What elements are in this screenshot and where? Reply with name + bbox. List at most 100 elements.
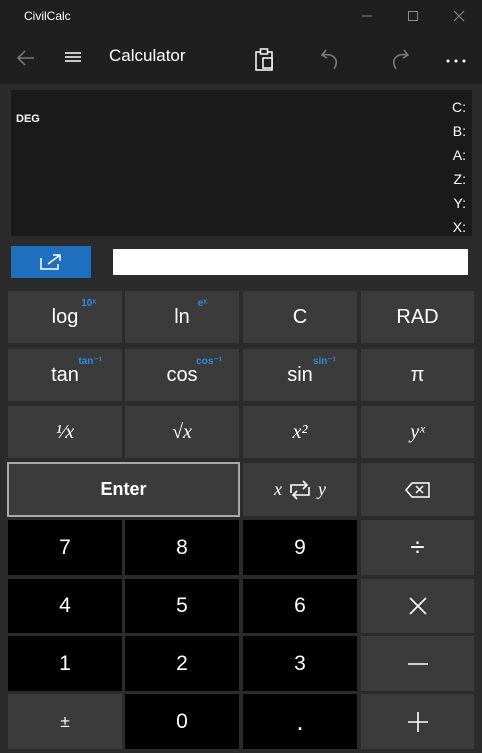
digit-3-label: 3 (294, 651, 306, 675)
digit-5-button[interactable]: 5 (125, 579, 239, 633)
backspace-button[interactable] (361, 463, 474, 516)
minus-icon (407, 662, 428, 665)
digit-4-label: 4 (59, 594, 71, 617)
swap-icon (290, 479, 310, 500)
backspace-icon (404, 481, 430, 498)
digit-4-button[interactable]: 4 (8, 579, 122, 633)
hamburger-menu-icon (65, 52, 81, 62)
undo-button[interactable] (307, 32, 355, 84)
swap-xy-button[interactable]: x y (243, 463, 357, 516)
clear-label: C (292, 305, 308, 328)
ln-button[interactable]: ln eˣ (125, 291, 239, 343)
enter-label: Enter (100, 479, 147, 499)
app-bar: Calculator (0, 32, 482, 84)
digit-0-label: 0 (176, 709, 188, 733)
square-button[interactable]: x² (243, 406, 357, 458)
register-x-label: X: (452, 219, 466, 235)
clear-button[interactable]: C (243, 291, 357, 343)
digit-3-button[interactable]: 3 (243, 636, 357, 691)
back-arrow-icon (16, 50, 34, 66)
paste-button[interactable] (240, 32, 288, 84)
maximize-icon (408, 11, 418, 21)
redo-button[interactable] (375, 32, 423, 84)
more-options-button[interactable] (432, 32, 480, 84)
register-stack: C: B: A: Z: Y: X: (452, 95, 466, 239)
tan-label: tan (51, 363, 79, 386)
rad-label: RAD (396, 305, 439, 328)
more-icon (446, 59, 466, 63)
back-button[interactable] (2, 32, 50, 84)
popout-button[interactable] (11, 246, 91, 278)
reciprocal-label: ¹⁄x (55, 420, 75, 443)
title-bar: CivilCalc (0, 0, 482, 32)
register-z-label: Z: (453, 171, 466, 187)
exp-label: eˣ (197, 298, 207, 309)
arccos-label: cos⁻¹ (196, 356, 222, 367)
digit-5-label: 5 (176, 594, 188, 617)
digit-9-label: 9 (294, 535, 306, 559)
register-c-label: C: (452, 99, 466, 115)
cos-button[interactable]: cos cos⁻¹ (125, 349, 239, 401)
log-label: log (51, 305, 79, 328)
cos-label: cos (166, 363, 198, 386)
multiply-icon (408, 597, 427, 615)
window-title: CivilCalc (24, 9, 71, 23)
maximize-button[interactable] (390, 0, 436, 32)
ln-label: ln (174, 305, 190, 328)
stack-display: DEG C: B: A: Z: Y: X: (11, 90, 472, 236)
swap-x-label: x (274, 479, 282, 499)
pi-label: π (410, 363, 425, 386)
minus-button[interactable] (361, 636, 474, 691)
digit-6-button[interactable]: 6 (243, 579, 357, 633)
enter-button[interactable]: Enter (7, 462, 240, 517)
digit-6-label: 6 (294, 594, 306, 617)
digit-0-button[interactable]: 0 (125, 694, 239, 749)
digit-1-label: 1 (59, 651, 71, 675)
menu-button[interactable] (50, 32, 98, 84)
minimize-icon (362, 15, 372, 17)
digit-8-label: 8 (176, 535, 188, 559)
angle-mode-indicator: DEG (16, 113, 40, 125)
digit-7-button[interactable]: 7 (8, 520, 122, 575)
digit-2-button[interactable]: 2 (125, 636, 239, 691)
arctan-label: tan⁻¹ (78, 356, 102, 367)
minimize-button[interactable] (344, 0, 390, 32)
divide-label: ÷ (410, 532, 425, 562)
sqrt-button[interactable]: √x (125, 406, 239, 458)
plus-minus-label: ± (60, 711, 70, 731)
multiply-button[interactable] (361, 579, 474, 633)
sin-button[interactable]: sin sin⁻¹ (243, 349, 357, 401)
swap-y-label: y (318, 479, 326, 499)
square-label: x² (292, 420, 308, 443)
register-a-label: A: (452, 147, 466, 163)
close-icon (453, 10, 465, 22)
power-button[interactable]: yˣ (361, 406, 474, 458)
digit-1-button[interactable]: 1 (8, 636, 122, 691)
pi-button[interactable]: π (361, 349, 474, 401)
arcsin-label: sin⁻¹ (312, 356, 336, 367)
tan-button[interactable]: tan tan⁻¹ (8, 349, 122, 401)
entry-input[interactable] (113, 249, 468, 275)
power-label: yˣ (410, 420, 425, 443)
digit-7-label: 7 (59, 535, 71, 559)
sqrt-label: √x (172, 420, 192, 443)
register-b-label: B: (452, 123, 466, 139)
digit-8-button[interactable]: 8 (125, 520, 239, 575)
decimal-label: . (296, 706, 304, 736)
clipboard-icon (255, 48, 273, 71)
app-title: Calculator (109, 46, 186, 65)
rad-button[interactable]: RAD (361, 291, 474, 343)
digit-9-button[interactable]: 9 (243, 520, 357, 575)
digit-2-label: 2 (176, 651, 188, 675)
plus-button[interactable] (361, 694, 474, 749)
plus-minus-button[interactable]: ± (8, 694, 122, 749)
redo-icon (393, 49, 410, 70)
close-button[interactable] (436, 0, 482, 32)
divide-button[interactable]: ÷ (361, 520, 474, 575)
decimal-button[interactable]: . (243, 694, 357, 749)
ten-power-label: 10ˣ (81, 298, 96, 309)
plus-icon (407, 711, 428, 732)
undo-icon (320, 49, 337, 70)
log-button[interactable]: log 10ˣ (8, 291, 122, 343)
reciprocal-button[interactable]: ¹⁄x (8, 406, 122, 458)
